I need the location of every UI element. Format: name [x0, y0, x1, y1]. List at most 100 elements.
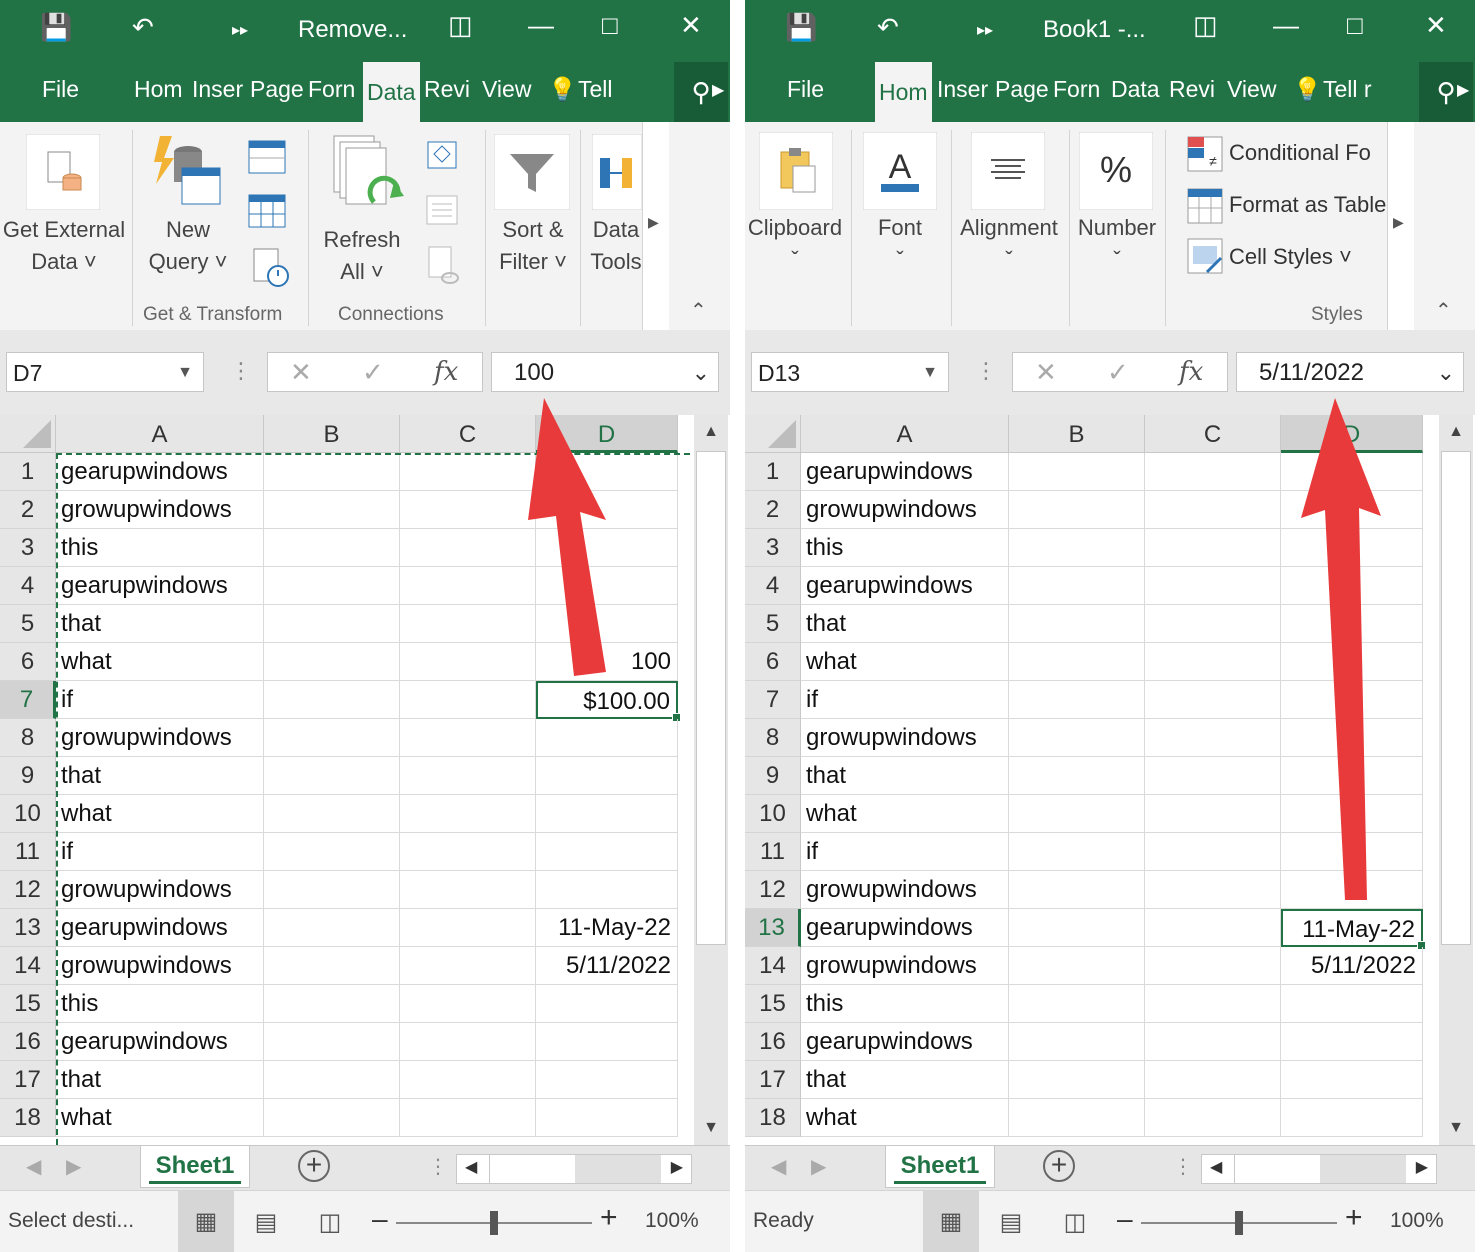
cell-a[interactable]: what: [801, 795, 1009, 833]
cell-b[interactable]: [1009, 491, 1145, 529]
cell-b[interactable]: [264, 643, 400, 681]
scroll-tabs-icon[interactable]: ▶: [1457, 80, 1469, 100]
cell-c[interactable]: [400, 1061, 536, 1099]
column-header-b[interactable]: B: [264, 415, 400, 453]
minimize-button[interactable]: —: [528, 10, 554, 41]
tab-insert[interactable]: Inser: [937, 76, 988, 103]
collapse-ribbon-icon[interactable]: ⌃: [1435, 298, 1452, 323]
cell-a[interactable]: what: [801, 1099, 1009, 1137]
save-icon[interactable]: 💾: [40, 12, 72, 43]
tab-home[interactable]: Hom: [134, 76, 183, 103]
cell-c[interactable]: [400, 985, 536, 1023]
enter-icon[interactable]: ✓: [362, 357, 384, 388]
cell-b[interactable]: [264, 909, 400, 947]
cell-a[interactable]: what: [801, 643, 1009, 681]
tab-file[interactable]: File: [787, 76, 824, 103]
cell-a[interactable]: growupwindows: [801, 947, 1009, 985]
cell-c[interactable]: [1145, 947, 1281, 985]
cell-b[interactable]: [1009, 871, 1145, 909]
tab-tell-me[interactable]: Tell: [578, 76, 613, 103]
cell-d[interactable]: [1281, 605, 1423, 643]
ribbon-display-icon[interactable]: ◫: [1193, 10, 1218, 41]
zoom-out-icon[interactable]: –: [372, 1203, 388, 1235]
cell-d[interactable]: [1281, 795, 1423, 833]
cell-a[interactable]: gearupwindows: [801, 567, 1009, 605]
row-header[interactable]: 14: [0, 947, 56, 985]
cell-c[interactable]: [1145, 909, 1281, 947]
sheet-tab-sheet1[interactable]: Sheet1: [885, 1146, 995, 1188]
undo-icon[interactable]: ↶: [132, 12, 154, 43]
row-header[interactable]: 12: [0, 871, 56, 909]
cell-d[interactable]: [536, 1061, 678, 1099]
cell-styles-icon[interactable]: [1187, 238, 1223, 274]
cell-c[interactable]: [1145, 719, 1281, 757]
cell-a[interactable]: this: [56, 985, 264, 1023]
cell-d[interactable]: [536, 795, 678, 833]
cell-a[interactable]: gearupwindows: [56, 453, 264, 491]
row-header[interactable]: 1: [0, 453, 56, 491]
zoom-slider-knob[interactable]: [1235, 1211, 1243, 1235]
row-header[interactable]: 5: [0, 605, 56, 643]
cell-c[interactable]: [1145, 1099, 1281, 1137]
scroll-down-icon[interactable]: ▼: [694, 1113, 728, 1143]
tab-view[interactable]: View: [1227, 76, 1276, 103]
row-header[interactable]: 2: [745, 491, 801, 529]
tab-review[interactable]: Revi: [424, 76, 470, 103]
row-header[interactable]: 16: [745, 1023, 801, 1061]
cancel-icon[interactable]: ✕: [290, 357, 312, 388]
tab-split-grip-icon[interactable]: ⋮: [428, 1154, 448, 1179]
cell-c[interactable]: [400, 833, 536, 871]
tab-file[interactable]: File: [42, 76, 79, 103]
zoom-in-icon[interactable]: +: [1345, 1201, 1363, 1235]
row-header[interactable]: 2: [0, 491, 56, 529]
cell-a[interactable]: gearupwindows: [801, 453, 1009, 491]
cell-a[interactable]: what: [56, 1099, 264, 1137]
page-layout-view-icon[interactable]: ▤: [246, 1203, 286, 1243]
cell-d[interactable]: [536, 833, 678, 871]
page-break-view-icon[interactable]: ◫: [1055, 1203, 1095, 1243]
row-header[interactable]: 17: [745, 1061, 801, 1099]
row-header[interactable]: 8: [0, 719, 56, 757]
collapse-ribbon-icon[interactable]: ⌃: [690, 298, 707, 323]
cell-b[interactable]: [264, 871, 400, 909]
cell-a[interactable]: if: [56, 681, 264, 719]
add-sheet-icon[interactable]: +: [298, 1150, 330, 1182]
prev-sheet-icon[interactable]: ◀: [26, 1154, 41, 1179]
column-header-b[interactable]: B: [1009, 415, 1145, 453]
row-header[interactable]: 15: [745, 985, 801, 1023]
number-label[interactable]: Number ˇ: [1069, 212, 1165, 276]
hscroll-track[interactable]: [575, 1155, 661, 1183]
cell-b[interactable]: [264, 491, 400, 529]
tab-home[interactable]: Hom: [875, 62, 932, 122]
cell-a[interactable]: that: [56, 1061, 264, 1099]
cell-b[interactable]: [264, 719, 400, 757]
edit-links-icon[interactable]: [426, 246, 462, 286]
cell-c[interactable]: [1145, 1061, 1281, 1099]
vertical-scrollbar[interactable]: ▲ ▼: [694, 415, 728, 1145]
cell-a[interactable]: that: [56, 605, 264, 643]
cell-d[interactable]: [536, 719, 678, 757]
cell-a[interactable]: growupwindows: [56, 491, 264, 529]
cell-d[interactable]: [1281, 757, 1423, 795]
ribbon-scroll-right-icon[interactable]: ▶: [648, 214, 659, 231]
cell-b[interactable]: [264, 605, 400, 643]
scroll-left-icon[interactable]: ◀: [1210, 1157, 1222, 1177]
cell-d[interactable]: [536, 757, 678, 795]
tab-page-layout[interactable]: Page: [250, 76, 304, 103]
cell-c[interactable]: [400, 605, 536, 643]
row-header[interactable]: 4: [745, 567, 801, 605]
cell-c[interactable]: [400, 871, 536, 909]
row-header[interactable]: 13: [745, 909, 801, 947]
tab-data[interactable]: Data: [363, 62, 420, 122]
cell-c[interactable]: [400, 567, 536, 605]
next-sheet-icon[interactable]: ▶: [66, 1154, 81, 1179]
cell-a[interactable]: gearupwindows: [56, 1023, 264, 1061]
cell-b[interactable]: [264, 681, 400, 719]
sort-filter-label[interactable]: Sort & Filter ˅: [486, 214, 580, 278]
conditional-formatting-button[interactable]: Conditional Fo: [1229, 140, 1371, 166]
tab-tell-me[interactable]: Tell r: [1323, 76, 1372, 103]
cancel-icon[interactable]: ✕: [1035, 357, 1057, 388]
cell-a[interactable]: what: [56, 643, 264, 681]
cell-b[interactable]: [1009, 795, 1145, 833]
sheet-tab-sheet1[interactable]: Sheet1: [140, 1146, 250, 1188]
